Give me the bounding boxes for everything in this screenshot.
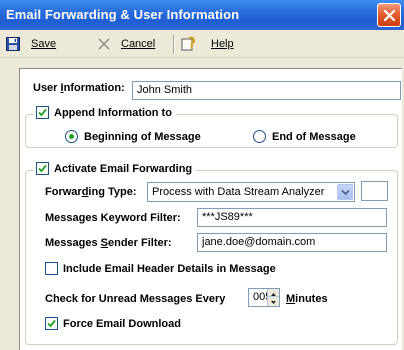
forwarding-type-value: Process with Data Stream Analyzer [152, 186, 325, 198]
forwarding-header: Activate Email Forwarding [33, 162, 197, 175]
checkmark-icon [38, 108, 47, 117]
minutes-label: Minutes [286, 293, 328, 305]
dialog-window: Email Forwarding & User Information Save… [0, 0, 404, 350]
force-download-checkbox[interactable] [45, 317, 58, 330]
forwarding-type-row: Forwarding Type: [45, 186, 137, 198]
cancel-label: Cancel [121, 38, 156, 50]
cancel-button[interactable]: Cancel [97, 35, 155, 53]
forwarding-type-select[interactable]: Process with Data Stream Analyzer [147, 182, 355, 202]
sender-filter-row: Messages Sender Filter: [45, 237, 172, 249]
user-info-label: User Information: [33, 82, 125, 94]
forwarding-label: Activate Email Forwarding [54, 162, 193, 175]
chevron-down-icon [341, 189, 350, 196]
include-header-row[interactable]: Include Email Header Details in Message [45, 262, 276, 275]
unread-check-label: Check for Unread Messages Every [45, 293, 226, 305]
forwarding-type-extra-field[interactable] [361, 181, 388, 201]
save-button[interactable]: Save [6, 35, 56, 53]
user-info-input[interactable]: John Smith [132, 81, 401, 100]
minutes-row: Minutes [286, 293, 328, 305]
cancel-x-icon [98, 38, 110, 50]
checkmark-icon [47, 319, 56, 328]
unread-interval-stepper[interactable]: 005 [248, 288, 280, 307]
radio-end-label: End of Message [272, 130, 356, 143]
floppy-disk-icon [6, 37, 20, 51]
help-label: Help [211, 38, 234, 50]
radio-end-circle[interactable] [253, 130, 266, 143]
forwarding-checkbox[interactable] [36, 162, 49, 175]
sender-filter-label: Messages Sender Filter: [45, 237, 172, 249]
force-download-row[interactable]: Force Email Download [45, 317, 181, 330]
window-title: Email Forwarding & User Information [6, 7, 240, 22]
append-info-header: Append Information to [33, 106, 176, 119]
title-bar[interactable]: Email Forwarding & User Information [0, 0, 404, 30]
toolbar: Save Cancel Help [0, 30, 404, 58]
forwarding-type-label: Forwarding Type: [45, 186, 137, 198]
stepper-buttons [267, 289, 279, 306]
dropdown-button[interactable] [337, 184, 353, 200]
help-button[interactable]: Help [181, 35, 234, 53]
include-header-checkbox[interactable] [45, 262, 58, 275]
unread-check-row: Check for Unread Messages Every [45, 293, 225, 305]
sender-filter-input[interactable]: jane.doe@domain.com [197, 233, 387, 252]
append-info-checkbox[interactable] [36, 106, 49, 119]
keyword-filter-row: Messages Keyword Filter: [45, 212, 181, 224]
help-question-icon [181, 36, 196, 51]
force-download-label: Force Email Download [63, 317, 181, 330]
caret-down-icon [271, 301, 276, 304]
radio-beginning-label: Beginning of Message [84, 130, 201, 143]
keyword-filter-label: Messages Keyword Filter: [45, 212, 181, 224]
stepper-up-button[interactable] [268, 289, 279, 297]
append-info-label: Append Information to [54, 106, 172, 119]
radio-beginning-circle[interactable] [65, 130, 78, 143]
save-label: Save [31, 38, 57, 50]
stepper-down-button[interactable] [268, 297, 279, 305]
include-header-label: Include Email Header Details in Message [63, 262, 276, 275]
radio-selected-dot [69, 134, 74, 139]
content-panel: User Information: John Smith Append Info… [19, 68, 402, 350]
user-info-row: User Information: [33, 82, 125, 94]
close-button[interactable] [377, 3, 401, 27]
keyword-filter-input[interactable]: ***JS89*** [197, 208, 387, 227]
toolbar-separator [173, 35, 174, 54]
close-icon [383, 9, 396, 22]
radio-end[interactable]: End of Message [253, 130, 356, 143]
radio-beginning[interactable]: Beginning of Message [65, 130, 201, 143]
checkmark-icon [38, 164, 47, 173]
